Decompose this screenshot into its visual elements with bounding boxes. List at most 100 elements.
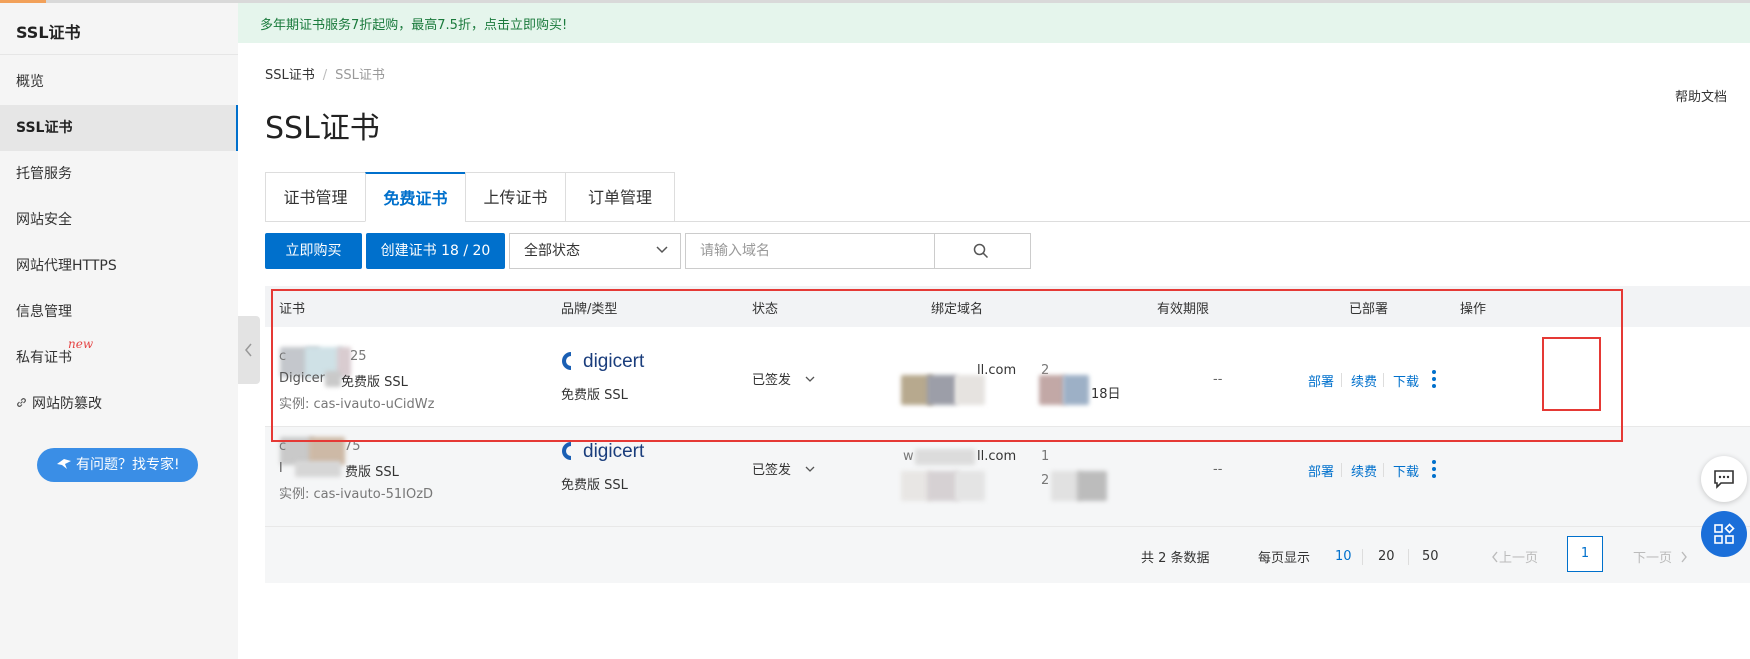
page-number-current[interactable]: 1 (1567, 536, 1603, 572)
promo-banner[interactable]: 多年期证书服务7折起购，最高7.5折，点击立即购买! (238, 3, 1750, 43)
deploy-link[interactable]: 部署 (1308, 461, 1334, 480)
new-badge: new (68, 337, 94, 351)
page-size-50[interactable]: 50 (1422, 549, 1439, 564)
sidebar: SSL证书 概览 SSL证书 托管服务 网站安全 网站代理HTTPS 信息管理 … (0, 3, 238, 659)
chat-button[interactable] (1701, 456, 1747, 502)
sidebar-item-overview[interactable]: 概览 (0, 59, 238, 105)
ask-expert-button[interactable]: 有问题？找专家! (37, 448, 198, 482)
status-dropdown[interactable]: 已签发 (752, 369, 815, 388)
table-header: 证书 品牌/类型 状态 绑定域名 有效期限 已部署 操作 (265, 286, 1750, 327)
search-button[interactable] (935, 233, 1031, 269)
buy-now-button[interactable]: 立即购买 (265, 233, 362, 269)
page-size-20[interactable]: 20 (1378, 549, 1395, 564)
tab-order-management[interactable]: 订单管理 (565, 172, 675, 222)
sidebar-item-label: 网站防篡改 (32, 396, 102, 412)
download-link[interactable]: 下载 (1393, 461, 1419, 480)
breadcrumb-item[interactable]: SSL证书 (265, 68, 315, 83)
redacted-region (955, 471, 985, 501)
column-header-actions: 操作 (1460, 302, 1487, 317)
breadcrumb-current: SSL证书 (335, 68, 385, 83)
chevron-down-icon (805, 466, 815, 472)
sidebar-item-hosting[interactable]: 托管服务 (0, 151, 238, 197)
digicert-logo: digicert (561, 441, 645, 462)
tab-upload-cert[interactable]: 上传证书 (465, 172, 566, 222)
redacted-region (295, 461, 341, 477)
cert-name-suffix[interactable]: 75 (344, 439, 361, 454)
prev-page-label: 上一页 (1499, 551, 1539, 566)
domain-search-input[interactable] (685, 233, 935, 269)
page-size-10[interactable]: 10 (1335, 549, 1352, 564)
action-separator (1383, 463, 1384, 477)
status-select-value: 全部状态 (524, 243, 580, 259)
cert-type: 免费版 SSL (341, 375, 408, 390)
domain-suffix: ll.com (977, 449, 1017, 464)
link-icon (16, 381, 28, 427)
chevron-right-icon (1681, 551, 1687, 563)
column-header-status: 状态 (752, 302, 779, 317)
apps-button[interactable] (1701, 511, 1747, 557)
search-icon (973, 243, 989, 259)
cert-table: 证书 品牌/类型 状态 绑定域名 有效期限 已部署 操作 c 25 Digice… (265, 286, 1750, 583)
sidebar-item-website-security[interactable]: 网站安全 (0, 197, 238, 243)
sidebar-divider (0, 54, 238, 55)
pagination-total: 共 2 条数据 (1141, 551, 1210, 566)
redacted-region (955, 375, 985, 405)
chevron-left-icon (1492, 551, 1498, 563)
next-page-button[interactable]: 下一页 (1633, 547, 1688, 566)
sidebar-item-ssl-cert[interactable]: SSL证书 (0, 105, 238, 151)
sidebar-item-proxy-https[interactable]: 网站代理HTTPS (0, 243, 238, 289)
domain-suffix: ll.com (977, 363, 1017, 378)
validity-prefix: 2 (1041, 473, 1050, 488)
more-vertical-icon[interactable] (1431, 460, 1437, 480)
validity-prefix: 1 (1041, 449, 1050, 464)
create-cert-button[interactable]: 创建证书 18 / 20 (366, 233, 505, 269)
more-vertical-icon[interactable] (1431, 370, 1437, 390)
pagination-separator (1362, 549, 1363, 565)
download-link[interactable]: 下载 (1393, 371, 1419, 390)
chat-icon (1714, 470, 1734, 489)
action-separator (1341, 463, 1342, 477)
redacted-region (915, 449, 975, 465)
table-row: c 75 l 费版 SSL 实例: cas-ivauto-51IOzD digi… (265, 427, 1750, 527)
action-separator (1383, 373, 1384, 387)
deploy-link[interactable]: 部署 (1308, 371, 1334, 390)
renew-link[interactable]: 续费 (1351, 371, 1377, 390)
help-doc-link[interactable]: 帮助文档 (1675, 86, 1727, 105)
validity-suffix: 18日 (1091, 387, 1121, 402)
column-header-brand: 品牌/类型 (561, 302, 618, 317)
table-row: c 25 Digicer 免费版 SSL 实例: cas-ivauto-uCid… (265, 327, 1750, 427)
deployed-value: -- (1213, 462, 1223, 477)
brand-type: 免费版 SSL (561, 478, 628, 493)
ask-expert-label: 有问题？找专家! (76, 457, 180, 473)
status-dropdown[interactable]: 已签发 (752, 459, 815, 478)
app-root: SSL证书 概览 SSL证书 托管服务 网站安全 网站代理HTTPS 信息管理 … (0, 0, 1750, 659)
domain-prefix: w (903, 449, 914, 464)
tab-cert-management[interactable]: 证书管理 (265, 172, 366, 222)
sidebar-item-info-management[interactable]: 信息管理 (0, 289, 238, 335)
redacted-region (1039, 375, 1065, 405)
cert-name-suffix[interactable]: 25 (350, 349, 367, 364)
cert-instance-id: 实例: cas-ivauto-51IOzD (279, 487, 434, 502)
breadcrumb: SSL证书 / SSL证书 (265, 64, 385, 83)
digicert-wordmark: digicert (583, 351, 645, 372)
chevron-down-icon (805, 376, 815, 382)
sidebar-item-private-cert[interactable]: 私有证书 new (0, 335, 238, 381)
brand-type: 免费版 SSL (561, 388, 628, 403)
cert-name-partial: c (279, 349, 287, 364)
tabs-baseline (674, 221, 1750, 222)
cert-type: 费版 SSL (345, 465, 399, 480)
next-page-label: 下一页 (1633, 551, 1673, 566)
status-select[interactable]: 全部状态 (509, 233, 681, 269)
tab-free-cert[interactable]: 免费证书 (365, 172, 466, 222)
sidebar-collapse-handle[interactable] (238, 316, 260, 384)
prev-page-button[interactable]: 上一页 (1491, 547, 1538, 566)
bird-icon (56, 449, 72, 469)
action-separator (1341, 373, 1342, 387)
renew-link[interactable]: 续费 (1351, 461, 1377, 480)
digicert-logo: digicert (561, 351, 645, 372)
chevron-down-icon (656, 246, 668, 254)
sidebar-item-label: 私有证书 (16, 350, 72, 366)
cert-name-partial: c (279, 439, 287, 454)
sidebar-item-tamper-protection[interactable]: 网站防篡改 (0, 381, 238, 427)
redacted-region (927, 375, 957, 405)
